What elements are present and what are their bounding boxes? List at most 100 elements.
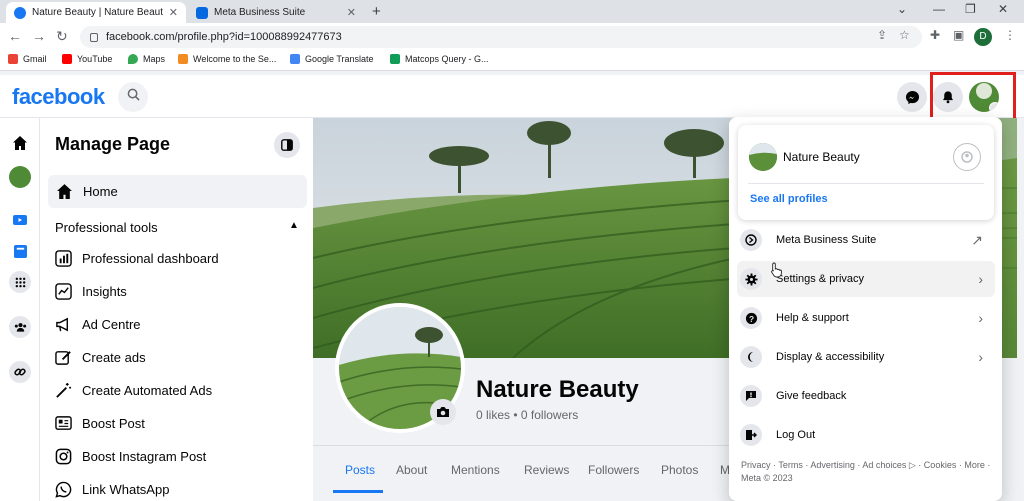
side-panel-icon[interactable]: ▣ [953,28,964,42]
sidebar-item-label: Link WhatsApp [82,481,170,497]
menu-item-help-support[interactable]: ? Help & support › [737,300,995,336]
whatsapp-icon [53,479,73,499]
bookmark-label: Google Translate [305,54,374,64]
sidebar-item-link-whatsapp[interactable]: Link WhatsApp [53,476,169,501]
close-tab-icon[interactable]: ✕ [169,6,178,19]
lock-icon [90,32,98,42]
bookmark-label: YouTube [77,54,113,64]
menu-item-give-feedback[interactable]: Give feedback [737,378,995,414]
mouse-cursor-icon [771,262,782,278]
menu-item-log-out[interactable]: Log Out [737,417,995,453]
tab-posts[interactable]: Posts [345,463,375,477]
share-icon[interactable]: ⇪ [877,28,887,42]
close-tab-icon[interactable]: ✕ [347,6,356,19]
sidebar-item-label: Boost Instagram Post [82,448,207,464]
page-avatar-icon[interactable] [9,166,31,188]
extensions-icon[interactable]: ✚ [930,28,940,42]
url-text: facebook.com/profile.php?id=100088992477… [106,31,342,43]
tab-about[interactable]: About [396,463,427,477]
chevron-right-icon: › [978,310,983,326]
sidebar-item-ad-centre[interactable]: Ad Centre [53,311,141,337]
menu-item-meta-business-suite[interactable]: Meta Business Suite ↗ [737,222,995,258]
groups-icon[interactable] [9,316,31,338]
reload-button[interactable]: ↻ [56,28,68,45]
megaphone-icon [53,314,73,334]
sidebar-item-professional-dashboard[interactable]: Professional dashboard [53,245,219,271]
browser-tab-meta-business[interactable]: Meta Business Suite ✕ [188,2,364,23]
bookmark-matcops[interactable]: Matcops Query - G... [390,54,489,64]
close-window-button[interactable]: ✕ [998,2,1008,16]
sidebar-item-insights[interactable]: Insights [53,278,127,304]
external-link-icon: ↗ [971,231,983,248]
browser-tab-facebook[interactable]: Nature Beauty | Nature Beauty. Ir ✕ [6,2,186,23]
tab-title: Meta Business Suite [214,7,306,18]
profile-name[interactable]: Nature Beauty [783,150,860,164]
translate-icon [290,54,300,64]
tab-mentions[interactable]: Mentions [451,463,500,477]
address-toolbar: ← → ↻ facebook.com/profile.php?id=100088… [0,23,1024,51]
sidebar-item-create-automated-ads[interactable]: Create Automated Ads [53,377,212,403]
menu-grid-icon[interactable] [9,271,31,293]
sidebar-item-boost-post[interactable]: Boost Post [53,410,145,436]
switch-profile-icon[interactable] [953,143,981,171]
pages-icon[interactable] [9,240,31,262]
facebook-logo[interactable]: facebook [12,84,105,110]
tab-followers[interactable]: Followers [588,463,639,477]
help-icon: ? [740,307,762,329]
site-icon [178,54,188,64]
back-button[interactable]: ← [8,28,22,44]
video-icon[interactable] [9,210,31,232]
tab-photos[interactable]: Photos [661,463,698,477]
sidebar-item-create-ads[interactable]: Create ads [53,344,146,370]
chrome-menu-icon[interactable]: ⋮ [1004,28,1016,42]
sidebar-item-label: Create Automated Ads [82,382,213,398]
url-bar[interactable]: facebook.com/profile.php?id=100088992477… [80,26,922,48]
menu-item-display-accessibility[interactable]: Display & accessibility › [737,339,995,375]
bookmark-maps[interactable]: Maps [128,54,165,64]
sidebar-item-label: Create ads [82,349,146,365]
camera-icon[interactable] [430,399,456,425]
feedback-icon [740,385,762,407]
sidebar-title: Manage Page [55,134,171,154]
svg-text:?: ? [748,313,753,323]
bookmark-youtube[interactable]: YouTube [62,54,112,64]
minimize-button[interactable]: — [933,2,945,16]
section-header-professional-tools: Professional tools [55,220,158,235]
page-avatar[interactable] [749,143,777,171]
tab-reviews[interactable]: Reviews [524,463,569,477]
maps-pin-icon [128,54,138,64]
see-all-profiles-link[interactable]: See all profiles [750,193,828,205]
account-menu-dropdown: Nature Beauty See all profiles Meta Busi… [729,117,1002,501]
pencil-icon [53,347,73,367]
browser-tab-strip: Nature Beauty | Nature Beauty. Ir ✕ Meta… [0,0,1024,23]
messenger-icon[interactable] [897,82,927,112]
sheets-icon [390,54,400,64]
sidebar-item-label: Insights [82,283,127,299]
search-icon[interactable] [118,82,148,112]
restore-button[interactable]: ❐ [965,2,976,16]
link-icon[interactable] [9,361,31,383]
sidebar-item-label: Professional dashboard [82,250,219,266]
gmail-icon [8,54,18,64]
home-icon [54,182,74,202]
sidebar-item-boost-instagram-post[interactable]: Boost Instagram Post [53,443,206,469]
bookmark-star-icon[interactable]: ☆ [899,28,910,42]
chevron-up-icon[interactable]: ▲ [289,220,299,231]
collapse-sidebar-button[interactable] [274,132,300,158]
bookmark-welcome[interactable]: Welcome to the Se... [178,54,276,64]
bookmark-gmail[interactable]: Gmail [8,54,47,64]
home-icon[interactable] [9,132,31,154]
collapse-icon [281,139,293,151]
new-tab-button[interactable]: + [372,3,381,20]
tab-search-icon[interactable]: ⌄ [897,2,907,16]
sidebar-item-home[interactable]: Home [48,175,307,208]
menu-item-label: Settings & privacy [776,273,865,285]
footer-links[interactable]: Privacy · Terms · Advertising · Ad choic… [741,459,991,485]
forward-button[interactable]: → [32,28,46,44]
bookmark-label: Maps [143,54,166,64]
dashboard-icon [53,248,73,268]
menu-item-label: Display & accessibility [776,351,885,363]
menu-item-label: Help & support [776,312,849,324]
chrome-profile-avatar[interactable]: D [974,28,992,46]
bookmark-google-translate[interactable]: Google Translate [290,54,374,64]
